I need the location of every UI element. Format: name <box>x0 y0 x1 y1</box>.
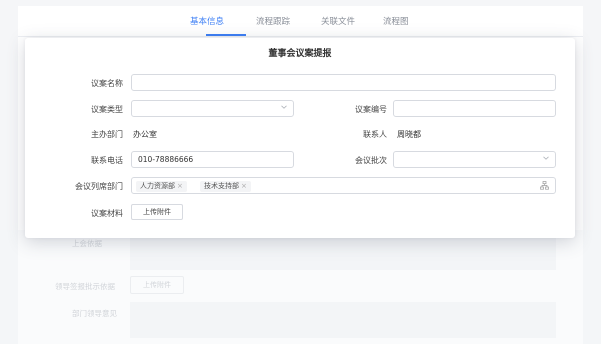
proposal-number-label: 议案编号 <box>355 105 387 114</box>
dept-tag-label: 人力资源部 <box>140 182 175 190</box>
tag-close-icon[interactable]: × <box>177 181 183 192</box>
tag-close-icon[interactable]: × <box>241 181 247 192</box>
dialog-title: 董事会议案提报 <box>268 49 332 59</box>
meeting-batch-label: 会议批次 <box>355 156 387 165</box>
background-overlay <box>0 230 601 344</box>
tab-process-tracking[interactable]: 流程跟踪 <box>256 15 290 27</box>
org-tree-icon[interactable] <box>540 181 549 190</box>
tab-flowchart[interactable]: 流程图 <box>383 15 409 27</box>
phone-label: 联系电话 <box>91 156 123 165</box>
material-label: 议案材料 <box>91 209 123 218</box>
tab-bar: 基本信息 流程跟踪 关联文件 流程图 <box>18 6 583 37</box>
tab-related-files[interactable]: 关联文件 <box>321 15 355 27</box>
chevron-down-icon <box>281 105 287 109</box>
chevron-down-icon <box>543 156 549 160</box>
active-tab-indicator <box>206 34 246 36</box>
proposal-number-input[interactable] <box>393 100 556 117</box>
tab-basic-info[interactable]: 基本信息 <box>190 15 224 27</box>
upload-attachment-button[interactable]: 上传附件 <box>131 204 183 220</box>
proposal-type-label: 议案类型 <box>91 105 123 114</box>
host-dept-value: 办公室 <box>133 130 157 139</box>
host-dept-label: 主办部门 <box>91 130 123 139</box>
dept-tag: 技术支持部 × <box>200 181 251 192</box>
dept-tag: 人力资源部 × <box>136 181 187 192</box>
proposal-name-label: 议案名称 <box>91 79 123 88</box>
contact-value: 周晓都 <box>397 130 421 139</box>
phone-input[interactable]: 010-78886666 <box>131 151 294 168</box>
proposal-dialog: 董事会议案提报 议案名称 议案类型 议案编号 主办部门 办公室 联系人 周晓都 … <box>25 38 575 238</box>
dept-tag-label: 技术支持部 <box>204 182 239 190</box>
attend-dept-label: 会议列席部门 <box>75 182 123 191</box>
attend-dept-selector[interactable]: 人力资源部 × 技术支持部 × <box>131 177 556 194</box>
contact-label: 联系人 <box>363 130 387 139</box>
proposal-type-select[interactable] <box>131 100 294 117</box>
proposal-name-input[interactable] <box>131 74 556 91</box>
meeting-batch-select[interactable] <box>393 151 556 168</box>
